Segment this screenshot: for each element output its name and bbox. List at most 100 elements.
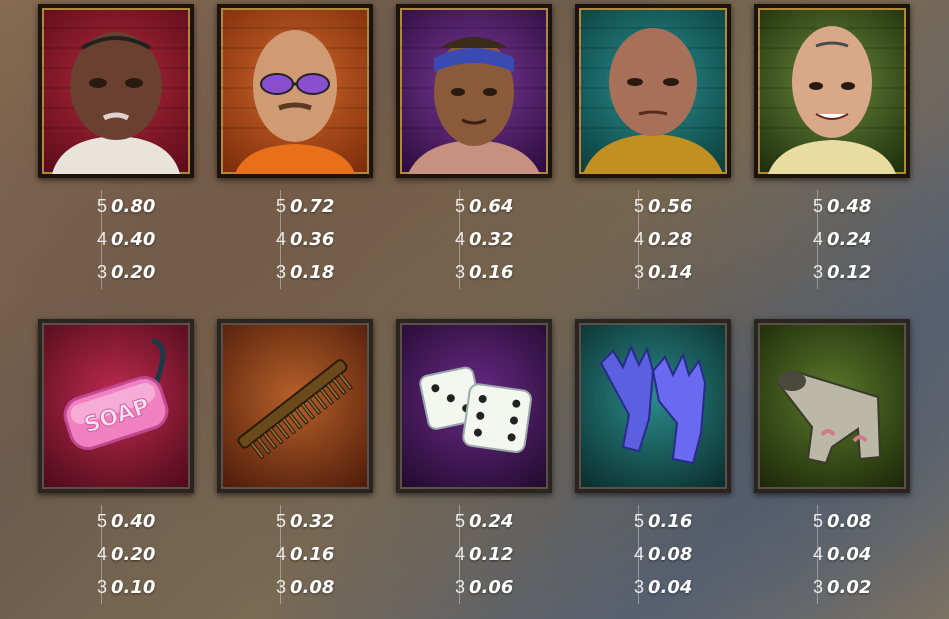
- match-count: 3: [275, 577, 286, 597]
- pay-row: 5 0.32: [240, 505, 360, 538]
- inmate-sunglasses-icon: [221, 27, 369, 174]
- pay-value: 0.36: [290, 229, 335, 250]
- pay-row: 5 0.48: [777, 190, 897, 223]
- match-count: 3: [812, 577, 823, 597]
- pay-value: 0.40: [111, 229, 156, 250]
- pay-row: 4 0.16: [240, 538, 360, 571]
- pay-row: 4 0.36: [240, 223, 360, 256]
- symbol-soap: SOAP: [38, 319, 194, 493]
- symbol-frame: [38, 4, 194, 178]
- pay-row: 4 0.04: [777, 538, 897, 571]
- pay-row: 4 0.12: [419, 538, 539, 571]
- match-count: 4: [96, 544, 107, 564]
- paytable-soap: 5 0.40 4 0.20 3 0.10: [61, 505, 181, 604]
- pay-value: 0.18: [290, 262, 335, 283]
- pay-row: 4 0.08: [598, 538, 718, 571]
- symbol-frame: [754, 319, 910, 493]
- match-count: 4: [812, 544, 823, 564]
- match-count: 5: [633, 196, 644, 216]
- comb-icon: [237, 359, 353, 460]
- rubber-gloves-icon: [599, 344, 707, 465]
- pay-row: 3 0.04: [598, 571, 718, 604]
- pay-value: 0.08: [290, 577, 335, 598]
- pay-row: 3 0.10: [61, 571, 181, 604]
- pay-row: 5 0.72: [240, 190, 360, 223]
- symbol-frame: [575, 319, 731, 493]
- pay-row: 5 0.64: [419, 190, 539, 223]
- match-count: 3: [275, 262, 286, 282]
- pay-row: 3 0.08: [240, 571, 360, 604]
- pay-value: 0.80: [111, 196, 156, 217]
- symbol-frame: SOAP: [38, 319, 194, 493]
- dice-icon: [419, 366, 532, 453]
- pay-row: 5 0.40: [61, 505, 181, 538]
- match-count: 3: [454, 262, 465, 282]
- match-count: 3: [812, 262, 823, 282]
- match-count: 5: [454, 511, 465, 531]
- paytable-inmate-tattooed-bald: 5 0.80 4 0.40 3 0.20: [61, 190, 181, 289]
- match-count: 3: [96, 577, 107, 597]
- symbol-inmate-tattooed-bald: [38, 4, 194, 178]
- pay-value: 0.08: [827, 511, 872, 532]
- match-count: 5: [633, 511, 644, 531]
- match-count: 5: [96, 511, 107, 531]
- pay-row: 4 0.40: [61, 223, 181, 256]
- pay-value: 0.02: [827, 577, 872, 598]
- pay-value: 0.56: [648, 196, 693, 217]
- match-count: 4: [454, 229, 465, 249]
- pay-value: 0.10: [111, 577, 156, 598]
- pay-value: 0.40: [111, 511, 156, 532]
- pay-value: 0.24: [827, 229, 872, 250]
- paytable-inmate-sunglasses: 5 0.72 4 0.36 3 0.18: [240, 190, 360, 289]
- pay-row: 5 0.08: [777, 505, 897, 538]
- pay-row: 3 0.06: [419, 571, 539, 604]
- match-count: 5: [812, 196, 823, 216]
- paytable-comb: 5 0.32 4 0.16 3 0.08: [240, 505, 360, 604]
- pay-value: 0.06: [469, 577, 514, 598]
- pay-value: 0.72: [290, 196, 335, 217]
- pay-row: 4 0.24: [777, 223, 897, 256]
- inmate-lucky-tattoo-icon: [758, 26, 906, 174]
- sock-icon: [776, 371, 882, 465]
- symbol-inmate-bandana: [396, 4, 552, 178]
- symbol-frame: [217, 4, 373, 178]
- match-count: 5: [96, 196, 107, 216]
- paytable-sock: 5 0.08 4 0.04 3 0.02: [777, 505, 897, 604]
- pay-value: 0.04: [827, 544, 872, 565]
- inmate-tattooed-bald-icon: [42, 27, 190, 174]
- pay-value: 0.20: [111, 262, 156, 283]
- symbol-frame: [396, 319, 552, 493]
- pay-value: 0.12: [827, 262, 872, 283]
- pay-value: 0.20: [111, 544, 156, 565]
- symbol-inmate-lucky-tattoo: [754, 4, 910, 178]
- pay-row: 3 0.16: [419, 256, 539, 289]
- symbol-frame: [396, 4, 552, 178]
- symbol-dice: [396, 319, 552, 493]
- paytable-rubber-gloves: 5 0.16 4 0.08 3 0.04: [598, 505, 718, 604]
- symbol-comb: [217, 319, 373, 493]
- paytable-inmate-bandana: 5 0.64 4 0.32 3 0.16: [419, 190, 539, 289]
- pay-value: 0.04: [648, 577, 693, 598]
- pay-row: 4 0.32: [419, 223, 539, 256]
- pay-row: 3 0.14: [598, 256, 718, 289]
- paytable-inmate-lucky-tattoo: 5 0.48 4 0.24 3 0.12: [777, 190, 897, 289]
- match-count: 4: [812, 229, 823, 249]
- inmate-bandana-icon: [400, 27, 548, 174]
- match-count: 4: [454, 544, 465, 564]
- pay-row: 3 0.12: [777, 256, 897, 289]
- pay-row: 4 0.20: [61, 538, 181, 571]
- match-count: 4: [633, 229, 644, 249]
- pay-row: 3 0.18: [240, 256, 360, 289]
- match-count: 3: [96, 262, 107, 282]
- match-count: 4: [275, 544, 286, 564]
- match-count: 4: [633, 544, 644, 564]
- pay-value: 0.48: [827, 196, 872, 217]
- symbol-rubber-gloves: [575, 319, 731, 493]
- match-count: 3: [633, 262, 644, 282]
- soap-icon: SOAP: [63, 338, 169, 450]
- match-count: 3: [454, 577, 465, 597]
- match-count: 3: [633, 577, 644, 597]
- pay-row: 5 0.16: [598, 505, 718, 538]
- symbol-frame: [217, 319, 373, 493]
- symbol-frame: [575, 4, 731, 178]
